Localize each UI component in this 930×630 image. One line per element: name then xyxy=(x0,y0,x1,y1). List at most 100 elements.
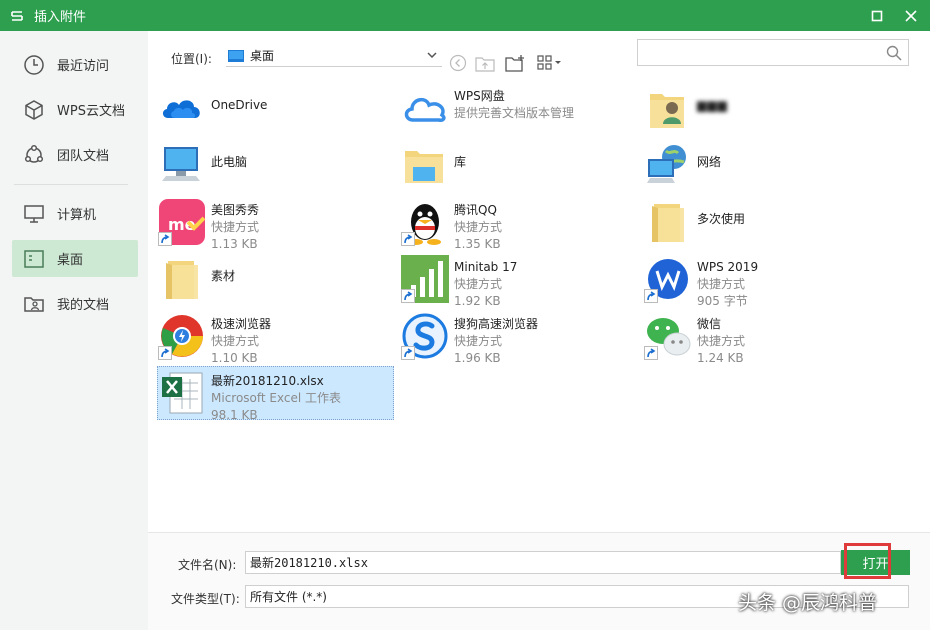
maximize-icon[interactable] xyxy=(862,0,892,31)
sidebar-item-label: 我的文档 xyxy=(57,298,110,313)
file-size: 1.24 KB xyxy=(697,351,744,365)
minitab-icon xyxy=(401,255,449,303)
sidebar: 最近访问 WPS云文档 团队文档 计算机 桌面 我的文档 xyxy=(0,31,148,630)
file-item-sucai[interactable]: 素材 xyxy=(158,253,394,305)
file-name: 网络 xyxy=(697,155,722,169)
folder-icon xyxy=(158,255,206,303)
sidebar-item-computer[interactable]: 计算机 xyxy=(12,195,138,232)
file-size: 1.96 KB xyxy=(454,351,501,365)
filename-label: 文件名(N): xyxy=(178,558,237,572)
file-item-qq[interactable]: 腾讯QQ 快捷方式 1.35 KB xyxy=(401,196,637,251)
search-input[interactable] xyxy=(638,40,878,65)
sidebar-divider xyxy=(14,184,128,185)
file-item-user-folder[interactable]: ▆▆▆ xyxy=(644,82,880,134)
user-folder-icon xyxy=(644,84,692,132)
file-item-this-pc[interactable]: 此电脑 xyxy=(158,139,394,191)
footer-panel xyxy=(148,532,930,630)
file-name: ▆▆▆ xyxy=(697,98,728,112)
wps-icon xyxy=(644,255,692,303)
file-size: 1.35 KB xyxy=(454,237,501,251)
file-item-sogou-browser[interactable]: 搜狗高速浏览器 快捷方式 1.96 KB xyxy=(401,310,637,365)
search-box[interactable] xyxy=(637,39,909,66)
wps-cloud-icon xyxy=(401,84,449,132)
folder-icon xyxy=(644,198,692,246)
chrome-icon xyxy=(158,312,206,360)
team-icon xyxy=(23,144,45,166)
file-name: 多次使用 xyxy=(697,212,746,226)
search-icon[interactable] xyxy=(886,45,902,64)
filetype-label: 文件类型(T): xyxy=(171,592,240,606)
file-type: 快捷方式 xyxy=(697,334,746,348)
sidebar-item-wps-cloud[interactable]: WPS云文档 xyxy=(12,91,138,128)
shortcut-arrow-icon xyxy=(644,346,658,360)
file-item-speed-browser[interactable]: 极速浏览器 快捷方式 1.10 KB xyxy=(158,310,394,365)
up-folder-icon[interactable] xyxy=(474,53,496,73)
wechat-icon xyxy=(644,312,692,360)
highlight-box xyxy=(844,543,891,579)
file-name: 最新20181210.xlsx xyxy=(211,374,324,388)
file-name: 素材 xyxy=(211,269,236,283)
file-name: OneDrive xyxy=(211,98,268,112)
file-item-wps-cloud[interactable]: WPS网盘 提供完善文档版本管理 xyxy=(401,82,637,134)
file-item-meitu[interactable]: me 美图秀秀 快捷方式 1.13 KB xyxy=(158,196,394,251)
file-name: WPS 2019 xyxy=(697,260,759,274)
network-icon xyxy=(644,141,692,189)
desktop-icon xyxy=(23,248,45,270)
file-item-onedrive[interactable]: OneDrive xyxy=(158,82,394,134)
file-name: 搜狗高速浏览器 xyxy=(454,317,539,331)
file-size: 1.10 KB xyxy=(211,351,258,365)
file-item-minitab[interactable]: Minitab 17 快捷方式 1.92 KB xyxy=(401,253,637,308)
file-item-folder-multi[interactable]: 多次使用 xyxy=(644,196,880,248)
file-item-network[interactable]: 网络 xyxy=(644,139,880,191)
file-name: 极速浏览器 xyxy=(211,317,272,331)
file-type: 快捷方式 xyxy=(697,277,746,291)
file-name: 库 xyxy=(454,155,467,169)
shortcut-arrow-icon xyxy=(401,232,415,246)
view-grid-icon[interactable] xyxy=(536,53,564,73)
file-name: 腾讯QQ xyxy=(454,203,497,217)
excel-icon xyxy=(160,369,208,417)
shortcut-arrow-icon xyxy=(158,346,172,360)
sidebar-item-team-docs[interactable]: 团队文档 xyxy=(12,136,138,173)
sidebar-item-label: 团队文档 xyxy=(57,149,110,164)
file-size: 1.13 KB xyxy=(211,237,258,251)
file-type: 快捷方式 xyxy=(454,220,503,234)
sogou-icon xyxy=(401,312,449,360)
file-type: Microsoft Excel 工作表 xyxy=(211,391,342,405)
file-item-wechat[interactable]: 微信 快捷方式 1.24 KB xyxy=(644,310,880,365)
close-icon[interactable] xyxy=(896,0,926,31)
file-name: Minitab 17 xyxy=(454,260,518,274)
location-select[interactable]: 桌面 xyxy=(226,45,442,67)
sidebar-item-my-docs[interactable]: 我的文档 xyxy=(12,285,138,322)
this-pc-icon xyxy=(158,141,206,189)
file-type: 快捷方式 xyxy=(211,334,260,348)
file-type: 快捷方式 xyxy=(454,334,503,348)
file-type: 快捷方式 xyxy=(211,220,260,234)
back-icon[interactable] xyxy=(447,53,469,73)
file-item-wps-2019[interactable]: WPS 2019 快捷方式 905 字节 xyxy=(644,253,880,308)
filename-input[interactable]: 最新20181210.xlsx xyxy=(245,551,841,574)
file-name: 微信 xyxy=(697,317,722,331)
file-description: 提供完善文档版本管理 xyxy=(454,106,575,120)
file-size: 905 字节 xyxy=(697,294,748,308)
window-title: 插入附件 xyxy=(34,10,87,25)
library-icon xyxy=(401,141,449,189)
shortcut-arrow-icon xyxy=(401,289,415,303)
shortcut-arrow-icon xyxy=(401,346,415,360)
sidebar-item-label: 最近访问 xyxy=(57,59,110,74)
title-bar: 插入附件 xyxy=(0,0,930,31)
watermark: 头条 @辰鸿科普 xyxy=(738,592,878,614)
meitu-icon: me xyxy=(158,198,206,246)
file-size: 98.1 KB xyxy=(211,408,258,422)
file-item-excel-selected[interactable]: 最新20181210.xlsx Microsoft Excel 工作表 98.1… xyxy=(157,366,394,422)
shortcut-arrow-icon xyxy=(644,289,658,303)
sidebar-item-recent[interactable]: 最近访问 xyxy=(12,46,138,83)
new-folder-icon[interactable] xyxy=(504,53,526,73)
wps-logo-icon xyxy=(8,7,26,25)
sidebar-item-label: 桌面 xyxy=(57,253,84,268)
sidebar-item-desktop[interactable]: 桌面 xyxy=(12,240,138,277)
sidebar-item-label: WPS云文档 xyxy=(57,104,125,119)
file-name: 此电脑 xyxy=(211,155,248,169)
file-item-library[interactable]: 库 xyxy=(401,139,637,191)
shortcut-arrow-icon xyxy=(158,232,172,246)
